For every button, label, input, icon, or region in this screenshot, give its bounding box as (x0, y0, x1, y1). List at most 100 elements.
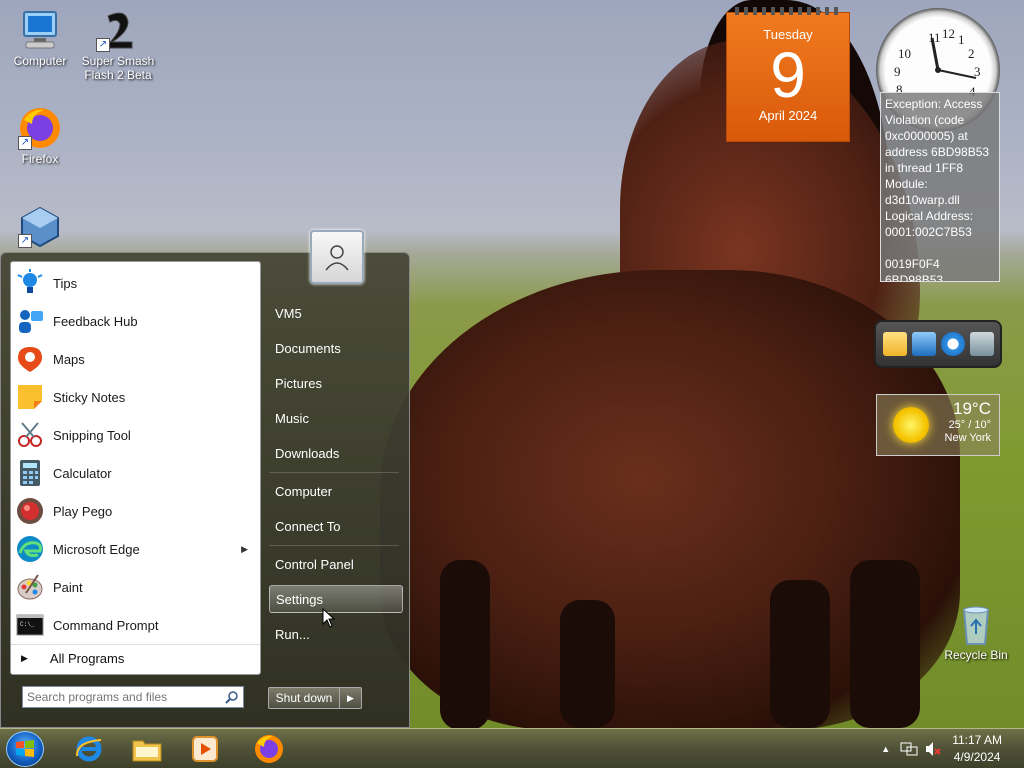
error-line: Logical Address: (885, 209, 974, 223)
taskbar: ▲ 11:17 AM 4/9/2024 (0, 728, 1024, 768)
clock-minute-hand (937, 69, 977, 79)
taskbar-internet-explorer[interactable] (62, 732, 116, 766)
program-tips[interactable]: Tips (11, 264, 260, 302)
program-label: Command Prompt (53, 617, 159, 633)
media-player-icon (192, 736, 218, 762)
desktop-icon-label: Recycle Bin (944, 648, 1008, 662)
horse-leg (770, 580, 830, 728)
desktop-icon-label: Computer (13, 54, 67, 68)
program-microsoft-edge[interactable]: Microsoft Edge ▶ (11, 530, 260, 568)
menu-item-downloads[interactable]: Downloads (269, 439, 403, 467)
program-label: Snipping Tool (53, 427, 131, 443)
recycle-bin-icon[interactable] (969, 332, 994, 356)
menu-item-control-panel[interactable]: Control Panel (269, 550, 403, 578)
network-icon[interactable] (900, 741, 918, 757)
calendar-day: 9 (770, 39, 806, 111)
paint-icon (15, 572, 45, 602)
horse-leg (440, 560, 490, 730)
clock-number: 12 (942, 26, 955, 41)
shutdown-button[interactable]: Shut down (268, 687, 340, 709)
search-input[interactable] (27, 690, 225, 704)
shutdown-options-button[interactable]: ▶ (340, 687, 362, 709)
error-line: 6BD98B53 (885, 273, 944, 282)
sun-icon (893, 407, 929, 443)
folder-icon[interactable] (882, 332, 907, 356)
firefox-icon: ↗ (18, 106, 62, 150)
program-label: Microsoft Edge (53, 541, 140, 557)
error-line: 0001:002C7B53 (885, 225, 972, 239)
search-icon (225, 691, 238, 704)
menu-item-pictures[interactable]: Pictures (269, 369, 403, 397)
program-maps[interactable]: Maps (11, 340, 260, 378)
calendar-gadget[interactable]: Tuesday 9 April 2024 (726, 7, 850, 142)
program-label: Play Pego (53, 503, 113, 519)
program-label: Paint (53, 579, 83, 595)
program-label: Feedback Hub (53, 313, 138, 329)
program-label: Tips (53, 275, 78, 291)
error-line: Violation (code (885, 113, 965, 127)
launcher-gadget (874, 320, 1002, 368)
internet-explorer-icon[interactable] (940, 332, 965, 356)
menu-item-settings[interactable]: Settings (269, 585, 403, 613)
play-pego-icon (15, 496, 45, 526)
recycle-bin-icon (954, 602, 998, 646)
menu-item-music[interactable]: Music (269, 404, 403, 432)
windows-logo-icon (16, 740, 34, 757)
show-hidden-icons-icon[interactable]: ▲ (881, 744, 890, 754)
ssf2-icon: ↗ (96, 8, 140, 52)
weather-gadget[interactable]: 19°C 25° / 10° New York (876, 394, 1000, 456)
user-picture[interactable] (310, 230, 364, 284)
computer-icon (18, 8, 62, 52)
start-button[interactable] (6, 731, 44, 767)
menu-separator (269, 545, 399, 546)
clock-number: 1 (958, 32, 965, 47)
menu-item-computer[interactable]: Computer (269, 477, 403, 505)
desktop-icon-recycle-bin[interactable]: Recycle Bin (936, 602, 1016, 662)
all-programs-button[interactable]: ▶ All Programs (11, 644, 260, 672)
program-paint[interactable]: Paint (11, 568, 260, 606)
program-label: Calculator (53, 465, 112, 481)
arrow-right-icon: ▶ (347, 692, 354, 703)
desktop-icon-ssf2[interactable]: ↗ Super Smash Flash 2 Beta (78, 8, 158, 82)
error-line (885, 240, 995, 256)
pinned-programs-list: Tips Feedback Hub Maps Sticky Notes Snip… (10, 261, 261, 675)
search-box[interactable] (22, 686, 244, 708)
calendar-month-year: April 2024 (758, 108, 818, 123)
desktop-icon-virtualbox[interactable]: ↗ (0, 204, 80, 250)
program-label: Maps (53, 351, 85, 367)
horse-leg (560, 600, 615, 728)
program-calculator[interactable]: Calculator (11, 454, 260, 492)
edge-icon (15, 534, 45, 564)
taskbar-media-player[interactable] (178, 732, 232, 766)
mouse-cursor-icon (322, 608, 336, 628)
menu-item-run[interactable]: Run... (269, 620, 403, 648)
program-feedback-hub[interactable]: Feedback Hub (11, 302, 260, 340)
error-line: Module: (885, 177, 928, 191)
program-play-pego[interactable]: Play Pego (11, 492, 260, 530)
taskbar-time: 11:17 AM (952, 733, 1002, 747)
menu-item-documents[interactable]: Documents (269, 334, 403, 362)
taskbar-clock[interactable]: 11:17 AM 4/9/2024 (942, 732, 1024, 766)
program-command-prompt[interactable]: C:\_ Command Prompt (11, 606, 260, 644)
file-explorer-icon (132, 740, 162, 762)
snipping-tool-icon (15, 420, 45, 450)
program-snipping-tool[interactable]: Snipping Tool (11, 416, 260, 454)
maps-icon (15, 344, 45, 374)
taskbar-file-explorer[interactable] (120, 732, 174, 766)
svg-text:C:\_: C:\_ (20, 621, 35, 628)
volume-muted-icon[interactable] (924, 741, 942, 757)
clock-number: 3 (974, 64, 981, 79)
error-line: Exception: Access (885, 97, 983, 111)
submenu-arrow-icon: ▶ (241, 543, 248, 554)
desktop-icon-firefox[interactable]: ↗ Firefox (0, 106, 80, 166)
sticky-notes-icon (15, 382, 45, 412)
taskbar-firefox[interactable] (242, 732, 296, 766)
network-icon[interactable] (911, 332, 936, 356)
error-line: d3d10warp.dll (885, 193, 960, 207)
menu-item-user-folder[interactable]: VM5 (269, 299, 403, 327)
desktop-icon-label: Firefox (21, 152, 59, 166)
internet-explorer-icon (75, 736, 102, 762)
menu-item-connect-to[interactable]: Connect To (269, 512, 403, 540)
desktop-icon-computer[interactable]: Computer (0, 8, 80, 68)
program-sticky-notes[interactable]: Sticky Notes (11, 378, 260, 416)
